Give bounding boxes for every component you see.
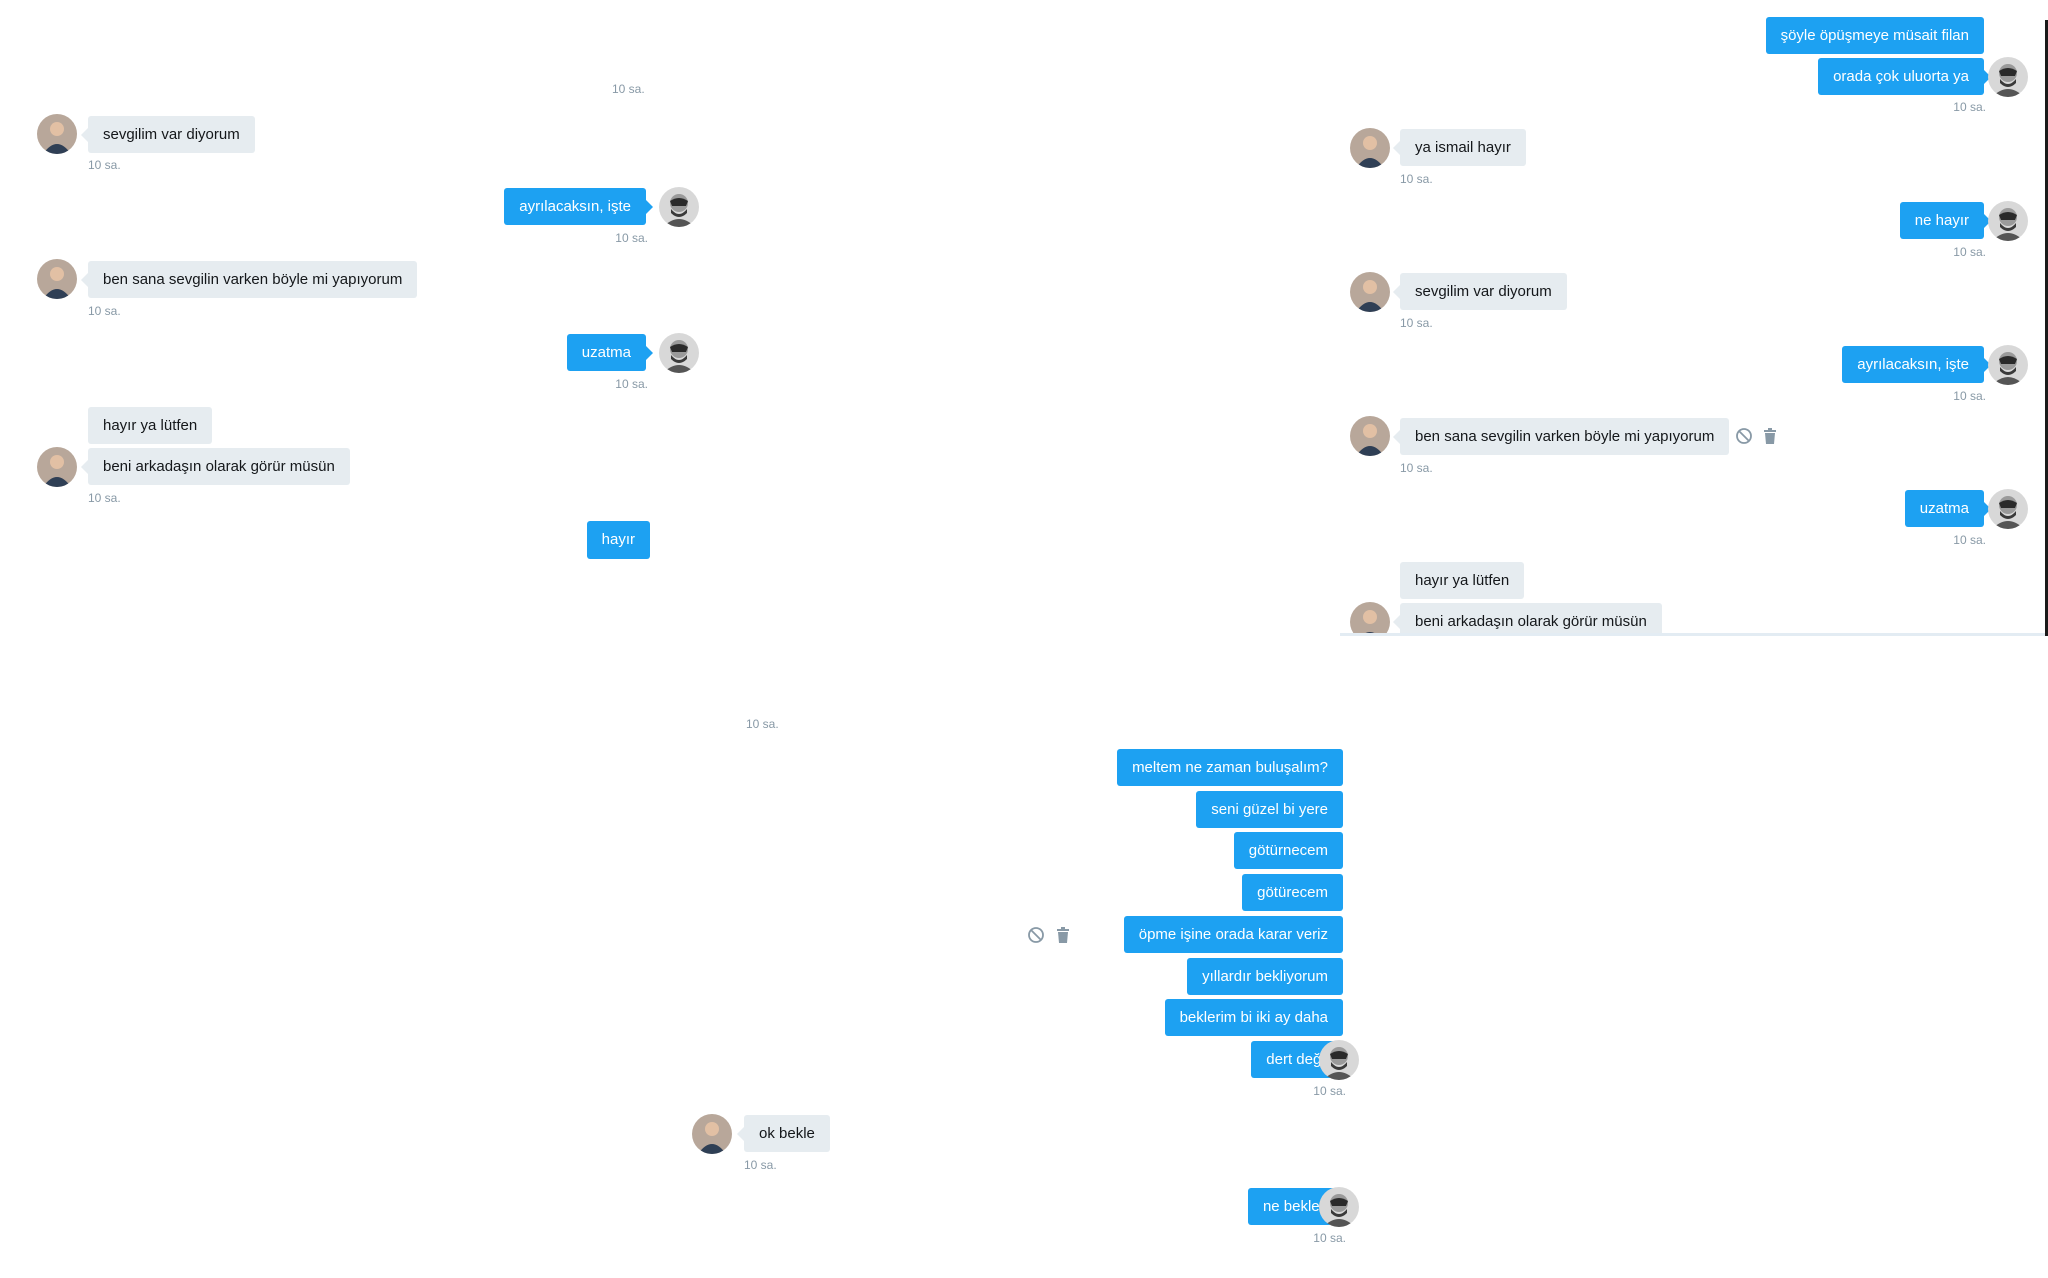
avatar-contact[interactable] (37, 114, 77, 154)
message-bubble-incoming[interactable]: ya ismail hayır (1393, 129, 1526, 166)
message-bubble-outgoing[interactable]: orada çok uluorta ya (1818, 58, 1991, 95)
message-bubble-outgoing[interactable]: götürnecem (1233, 832, 1343, 869)
message-timestamp: 10 sa. (615, 377, 648, 391)
block-icon[interactable] (1027, 926, 1045, 944)
message-timestamp: 10 sa. (1953, 389, 1986, 403)
message-bubble-incoming[interactable]: sevgilim var diyorum (1393, 273, 1567, 310)
message-bubble-outgoing[interactable]: uzatma (566, 334, 654, 371)
message-bubble-incoming[interactable]: hayır ya lütfen (88, 407, 213, 444)
avatar-contact[interactable] (1350, 128, 1390, 168)
panel-divider (1340, 633, 2045, 636)
message-bubble-incoming[interactable]: sevgilim var diyorum (81, 116, 255, 153)
message-bubble-outgoing[interactable]: ayrılacaksın, işte (1842, 346, 1991, 383)
message-timestamp: 10 sa. (1400, 316, 1433, 330)
avatar-contact[interactable] (37, 447, 77, 487)
message-bubble-outgoing[interactable]: meltem ne zaman buluşalım? (1117, 749, 1343, 786)
avatar-self[interactable] (1988, 489, 2028, 529)
message-timestamp: 10 sa. (1313, 1084, 1346, 1098)
avatar-contact[interactable] (1350, 416, 1390, 456)
avatar-self[interactable] (659, 333, 699, 373)
message-timestamp: 10 sa. (744, 1158, 777, 1172)
message-bubble-outgoing[interactable]: seni güzel bi yere (1196, 791, 1343, 828)
message-timestamp: 10 sa. (88, 491, 121, 505)
avatar-contact[interactable] (692, 1114, 732, 1154)
avatar-self[interactable] (659, 187, 699, 227)
message-bubble-outgoing[interactable]: ayrılacaksın, işte (504, 188, 653, 225)
message-bubble-incoming[interactable]: beni arkadaşın olarak görür müsün (1393, 603, 1662, 636)
message-timestamp: 10 sa. (1953, 245, 1986, 259)
message-bubble-outgoing[interactable]: hayır (586, 521, 650, 559)
message-bubble-outgoing[interactable]: beklerim bi iki ay daha (1164, 999, 1343, 1036)
message-bubble-outgoing[interactable]: götürecem (1242, 874, 1343, 911)
message-timestamp: 10 sa. (88, 304, 121, 318)
message-bubble-incoming[interactable]: beni arkadaşın olarak görür müsün (81, 448, 350, 485)
avatar-self[interactable] (1988, 201, 2028, 241)
message-bubble-outgoing[interactable]: ne hayır (1899, 202, 1992, 239)
message-timestamp: 10 sa. (88, 158, 121, 172)
message-timestamp: 10 sa. (1400, 461, 1433, 475)
message-timestamp: 10 sa. (1953, 100, 1986, 114)
message-bubble-incoming[interactable]: ben sana sevgilin varken böyle mi yapıyo… (1392, 418, 1730, 455)
message-bubble-outgoing[interactable]: uzatma (1904, 490, 1992, 527)
message-bubble-outgoing[interactable]: öpme işine orada karar veriz (1123, 916, 1343, 953)
trash-icon[interactable] (1761, 427, 1779, 445)
conversation-panel-right: şöyle öpüşmeye müsait filan orada çok ul… (1340, 0, 2048, 636)
conversation-panel-left: 10 sa. sevgilim var diyorum 10 sa. ayrıl… (0, 0, 720, 640)
avatar-self[interactable] (1988, 345, 2028, 385)
message-timestamp: 10 sa. (615, 231, 648, 245)
timestamp-cut: 10 sa. (746, 717, 779, 731)
message-timestamp: 10 sa. (1400, 172, 1433, 186)
avatar-self[interactable] (1319, 1040, 1359, 1080)
avatar-contact[interactable] (37, 259, 77, 299)
conversation-panel-bottom: 10 sa. meltem ne zaman buluşalım? seni g… (650, 715, 1400, 1255)
message-timestamp: 10 sa. (1953, 533, 1986, 547)
block-icon[interactable] (1735, 427, 1753, 445)
timestamp-cut: 10 sa. (612, 82, 645, 96)
avatar-self[interactable] (1319, 1187, 1359, 1227)
avatar-self[interactable] (1988, 57, 2028, 97)
message-timestamp: 10 sa. (1313, 1231, 1346, 1245)
trash-icon[interactable] (1054, 926, 1072, 944)
message-bubble-outgoing[interactable]: şöyle öpüşmeye müsait filan (1765, 17, 1984, 54)
avatar-contact[interactable] (1350, 272, 1390, 312)
message-bubble-incoming[interactable]: hayır ya lütfen (1400, 562, 1525, 599)
message-bubble-outgoing[interactable]: yıllardır bekliyorum (1187, 958, 1343, 995)
avatar-contact[interactable] (1350, 602, 1390, 636)
message-bubble-incoming[interactable]: ben sana sevgilin varken böyle mi yapıyo… (80, 261, 418, 298)
message-bubble-incoming[interactable]: ok bekle (737, 1115, 830, 1152)
